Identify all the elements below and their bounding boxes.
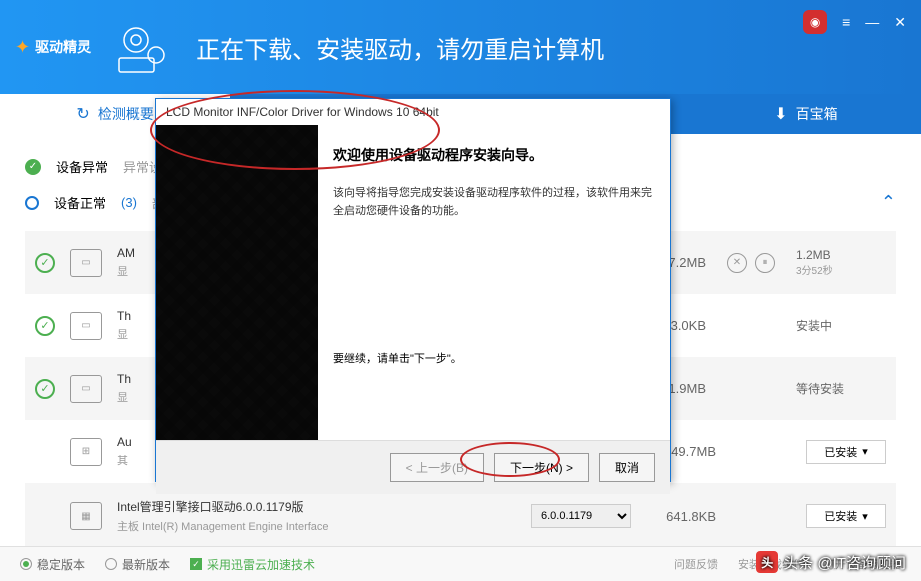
install-status: 等待安装 xyxy=(796,380,886,397)
dialog-continue-text: 要继续，请单击"下一步"。 xyxy=(333,350,655,366)
dialog-description: 该向导将指导您完成安装设备驱动程序软件的过程，该软件用来完全启动您硬件设备的功能… xyxy=(333,185,655,220)
window-controls: ◉ ≡ — ✕ xyxy=(803,10,906,34)
app-header: ✦ 驱动精灵 正在下载、安装驱动，请勿重启计算机 ◉ ≡ — ✕ xyxy=(0,0,921,94)
app-name: 驱动精灵 xyxy=(35,37,91,57)
dialog-sidebar-graphic xyxy=(156,125,318,440)
stable-version-radio[interactable]: 稳定版本 xyxy=(20,556,85,573)
toutiao-logo-icon: 头 xyxy=(756,551,778,573)
watermark: 头 头条 @IT咨询顾问 xyxy=(756,551,906,573)
dialog-heading: 欢迎使用设备驱动程序安装向导。 xyxy=(333,145,655,165)
tab-toolbox[interactable]: ⬇百宝箱 xyxy=(691,94,921,134)
accel-checkbox[interactable]: ✓采用迅雷云加速技术 xyxy=(190,556,315,573)
check-circle-icon: ✓ xyxy=(35,253,55,273)
app-logo: ✦ 驱动精灵 xyxy=(15,37,91,58)
refresh-icon: ↻ xyxy=(76,104,89,124)
chip-icon: ▦ xyxy=(70,502,102,530)
monitor-icon: ▭ xyxy=(70,375,102,403)
cancel-action[interactable]: ✕ xyxy=(727,253,747,273)
dialog-title: LCD Monitor INF/Color Driver for Windows… xyxy=(156,99,670,125)
check-icon: ✓ xyxy=(25,159,41,175)
cancel-button[interactable]: 取消 xyxy=(599,453,655,482)
robot-icon[interactable]: ◉ xyxy=(803,10,827,34)
check-circle-icon: ✓ xyxy=(35,379,55,399)
install-status: 安装中 xyxy=(796,317,886,334)
dialog-button-row: < 上一步(B) 下一步(N) > 取消 xyxy=(156,440,670,494)
installed-dropdown[interactable]: 已安装▾ xyxy=(806,440,886,464)
collapse-button[interactable]: ⌃ xyxy=(881,192,896,213)
chevron-down-icon: ▾ xyxy=(862,510,868,523)
next-button[interactable]: 下一步(N) > xyxy=(494,453,589,482)
monitor-icon: ▭ xyxy=(70,249,102,277)
minimize-button[interactable]: — xyxy=(865,14,879,30)
status-abnormal-label: 设备异常 xyxy=(56,157,108,176)
monitor-icon: ▭ xyxy=(70,312,102,340)
logo-icon: ✦ xyxy=(15,37,30,58)
gear-graphic-icon xyxy=(111,20,181,75)
status-normal-label: 设备正常 xyxy=(54,193,106,212)
close-button[interactable]: ✕ xyxy=(894,14,906,31)
installed-dropdown[interactable]: 已安装▾ xyxy=(806,504,886,528)
download-status: 1.2MB3分52秒 xyxy=(796,248,886,277)
latest-version-radio[interactable]: 最新版本 xyxy=(105,556,170,573)
menu-button[interactable]: ≡ xyxy=(842,14,850,30)
windows-icon: ⊞ xyxy=(70,438,102,466)
file-size: 641.8KB xyxy=(646,509,716,524)
version-select[interactable]: 6.0.0.1179 xyxy=(531,504,631,528)
header-title: 正在下载、安装驱动，请勿重启计算机 xyxy=(196,30,604,65)
install-wizard-dialog: LCD Monitor INF/Color Driver for Windows… xyxy=(155,98,671,482)
check-circle-icon: ✓ xyxy=(35,316,55,336)
back-button: < 上一步(B) xyxy=(390,453,484,482)
status-normal-count: (3) xyxy=(121,195,137,210)
dropbox-icon: ⬇ xyxy=(774,104,787,124)
pause-action[interactable]: ⏸ xyxy=(755,253,775,273)
circle-icon xyxy=(25,196,39,210)
chevron-down-icon: ▾ xyxy=(862,445,868,458)
feedback-link[interactable]: 问题反馈 xyxy=(674,556,718,572)
